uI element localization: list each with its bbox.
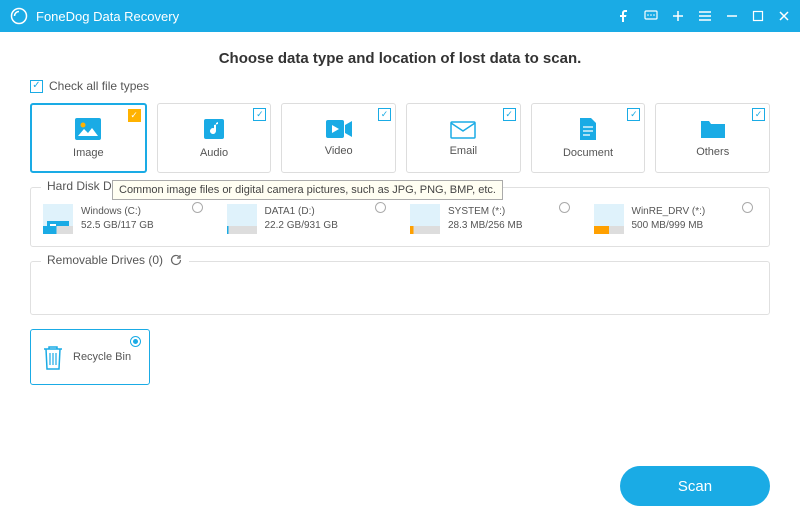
window-controls bbox=[618, 9, 790, 23]
filetype-row: Image Audio Video Email Document Others bbox=[30, 103, 770, 173]
removable-section: Removable Drives (0) bbox=[30, 261, 770, 315]
drive-info: Windows (C:)52.5 GB/117 GB bbox=[81, 205, 154, 233]
checkbox-icon bbox=[30, 80, 43, 93]
refresh-icon[interactable] bbox=[169, 253, 183, 267]
radio-icon bbox=[742, 202, 753, 213]
radio-icon bbox=[375, 202, 386, 213]
drive-icon bbox=[594, 204, 624, 234]
drive-info: SYSTEM (*:)28.3 MB/256 MB bbox=[448, 205, 522, 233]
close-icon[interactable] bbox=[778, 10, 790, 22]
filetype-others[interactable]: Others bbox=[655, 103, 770, 173]
audio-icon bbox=[202, 117, 226, 141]
drive-icon bbox=[227, 204, 257, 234]
document-icon bbox=[578, 117, 598, 141]
filetype-label: Audio bbox=[200, 147, 228, 159]
removable-title: Removable Drives (0) bbox=[47, 253, 163, 267]
filetype-image[interactable]: Image bbox=[30, 103, 147, 173]
filetype-label: Others bbox=[696, 146, 729, 158]
check-all-label: Check all file types bbox=[49, 79, 149, 93]
main-content: Choose data type and location of lost da… bbox=[0, 32, 800, 385]
drive-info: DATA1 (D:)22.2 GB/931 GB bbox=[265, 205, 338, 233]
facebook-icon[interactable] bbox=[618, 10, 630, 22]
titlebar: FoneDog Data Recovery bbox=[0, 0, 800, 32]
page-title: Choose data type and location of lost da… bbox=[30, 50, 770, 67]
feedback-icon[interactable] bbox=[644, 9, 658, 23]
app-title: FoneDog Data Recovery bbox=[36, 9, 618, 24]
radio-selected-icon bbox=[130, 336, 141, 347]
checkbox-icon bbox=[627, 108, 640, 121]
image-tooltip: Common image files or digital camera pic… bbox=[112, 180, 503, 200]
drive-info: WinRE_DRV (*:)500 MB/999 MB bbox=[632, 205, 706, 233]
drive-item[interactable]: DATA1 (D:)22.2 GB/931 GB bbox=[227, 204, 391, 234]
filetype-label: Email bbox=[450, 145, 478, 157]
drive-size: 52.5 GB/117 GB bbox=[81, 219, 154, 233]
menu-icon[interactable] bbox=[698, 10, 712, 22]
drive-item[interactable]: SYSTEM (*:)28.3 MB/256 MB bbox=[410, 204, 574, 234]
plus-icon[interactable] bbox=[672, 10, 684, 22]
drive-name: SYSTEM (*:) bbox=[448, 205, 522, 219]
minimize-icon[interactable] bbox=[726, 10, 738, 22]
recycle-bin-card[interactable]: Recycle Bin bbox=[30, 329, 150, 385]
filetype-label: Video bbox=[325, 145, 353, 157]
radio-icon bbox=[559, 202, 570, 213]
checkbox-icon bbox=[503, 108, 516, 121]
filetype-audio[interactable]: Audio bbox=[157, 103, 272, 173]
checkbox-icon bbox=[253, 108, 266, 121]
filetype-label: Image bbox=[73, 147, 104, 159]
filetype-email[interactable]: Email bbox=[406, 103, 521, 173]
drive-item[interactable]: Windows (C:)52.5 GB/117 GB bbox=[43, 204, 207, 234]
drive-item[interactable]: WinRE_DRV (*:)500 MB/999 MB bbox=[594, 204, 758, 234]
drive-icon bbox=[43, 204, 73, 234]
drive-size: 28.3 MB/256 MB bbox=[448, 219, 522, 233]
filetype-document[interactable]: Document bbox=[531, 103, 646, 173]
filetype-label: Document bbox=[563, 147, 613, 159]
image-icon bbox=[74, 117, 102, 141]
video-icon bbox=[325, 119, 353, 139]
app-logo bbox=[10, 7, 28, 25]
checkbox-icon bbox=[378, 108, 391, 121]
recycle-label: Recycle Bin bbox=[73, 351, 131, 363]
folder-icon bbox=[700, 118, 726, 140]
drive-size: 22.2 GB/931 GB bbox=[265, 219, 338, 233]
email-icon bbox=[450, 119, 476, 139]
checkbox-icon bbox=[752, 108, 765, 121]
check-all-filetypes[interactable]: Check all file types bbox=[30, 79, 770, 93]
radio-icon bbox=[192, 202, 203, 213]
drive-name: DATA1 (D:) bbox=[265, 205, 338, 219]
maximize-icon[interactable] bbox=[752, 10, 764, 22]
drive-icon bbox=[410, 204, 440, 234]
drive-name: WinRE_DRV (*:) bbox=[632, 205, 706, 219]
drive-size: 500 MB/999 MB bbox=[632, 219, 706, 233]
checkbox-icon bbox=[128, 109, 141, 122]
drive-name: Windows (C:) bbox=[81, 205, 154, 219]
filetype-video[interactable]: Video bbox=[281, 103, 396, 173]
trash-icon bbox=[41, 343, 65, 371]
scan-button[interactable]: Scan bbox=[620, 466, 770, 506]
